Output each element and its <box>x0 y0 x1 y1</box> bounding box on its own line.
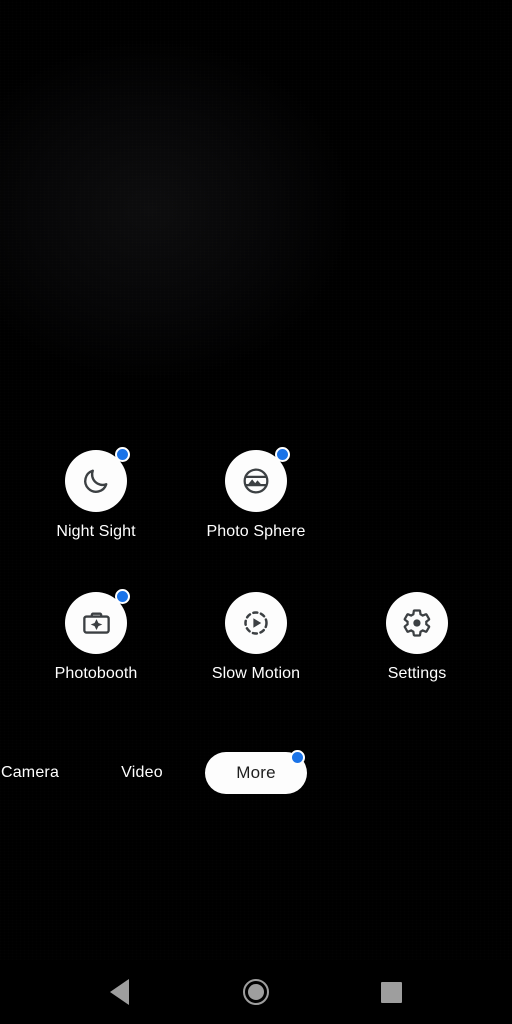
more-modes-grid: Night Sight Photo Sphere Photobooth Slow… <box>0 447 512 734</box>
nav-recents-button[interactable] <box>356 960 426 1024</box>
slow-motion-icon <box>225 592 287 654</box>
mode-label: Photobooth <box>54 665 138 682</box>
mode-item-night-sight[interactable]: Night Sight <box>26 447 166 541</box>
mode-label: Slow Motion <box>211 665 301 682</box>
mode-icon-wrap <box>225 592 287 654</box>
home-circle-icon <box>243 979 269 1005</box>
mode-item-photobooth[interactable]: Photobooth <box>26 589 166 683</box>
back-triangle-icon <box>109 979 129 1005</box>
mode-row: Photobooth Slow Motion Settings <box>0 589 512 734</box>
mode-label: Settings <box>387 665 447 682</box>
recents-square-icon <box>380 981 402 1003</box>
tab-label: Camera <box>0 764 60 781</box>
mode-tab-strip: Camera Video More <box>0 750 512 796</box>
mode-item-photo-sphere[interactable]: Photo Sphere <box>186 447 326 541</box>
tab-more[interactable]: More <box>205 750 307 794</box>
nav-back-button[interactable] <box>84 960 154 1024</box>
camera-app-screen: Night Sight Photo Sphere Photobooth Slow… <box>0 0 512 1024</box>
mode-icon-wrap <box>65 589 130 654</box>
tab-video[interactable]: Video <box>110 752 174 794</box>
nav-home-button[interactable] <box>221 960 291 1024</box>
mode-row: Night Sight Photo Sphere <box>0 447 512 592</box>
mode-label: Night Sight <box>56 523 136 540</box>
new-badge-dot <box>115 589 130 604</box>
mode-icon-wrap <box>225 447 290 512</box>
gear-icon <box>386 592 448 654</box>
tab-label: More <box>236 763 276 782</box>
new-badge-dot <box>275 447 290 462</box>
tab-camera[interactable]: Camera <box>0 752 63 794</box>
new-badge-dot <box>290 750 305 765</box>
mode-icon-wrap <box>386 592 448 654</box>
mode-item-settings[interactable]: Settings <box>347 592 487 683</box>
mode-item-slow-motion[interactable]: Slow Motion <box>186 592 326 683</box>
tab-label: Video <box>121 764 163 781</box>
android-navigation-bar <box>0 960 512 1024</box>
mode-label: Photo Sphere <box>206 523 306 540</box>
new-badge-dot <box>115 447 130 462</box>
mode-icon-wrap <box>65 447 130 512</box>
